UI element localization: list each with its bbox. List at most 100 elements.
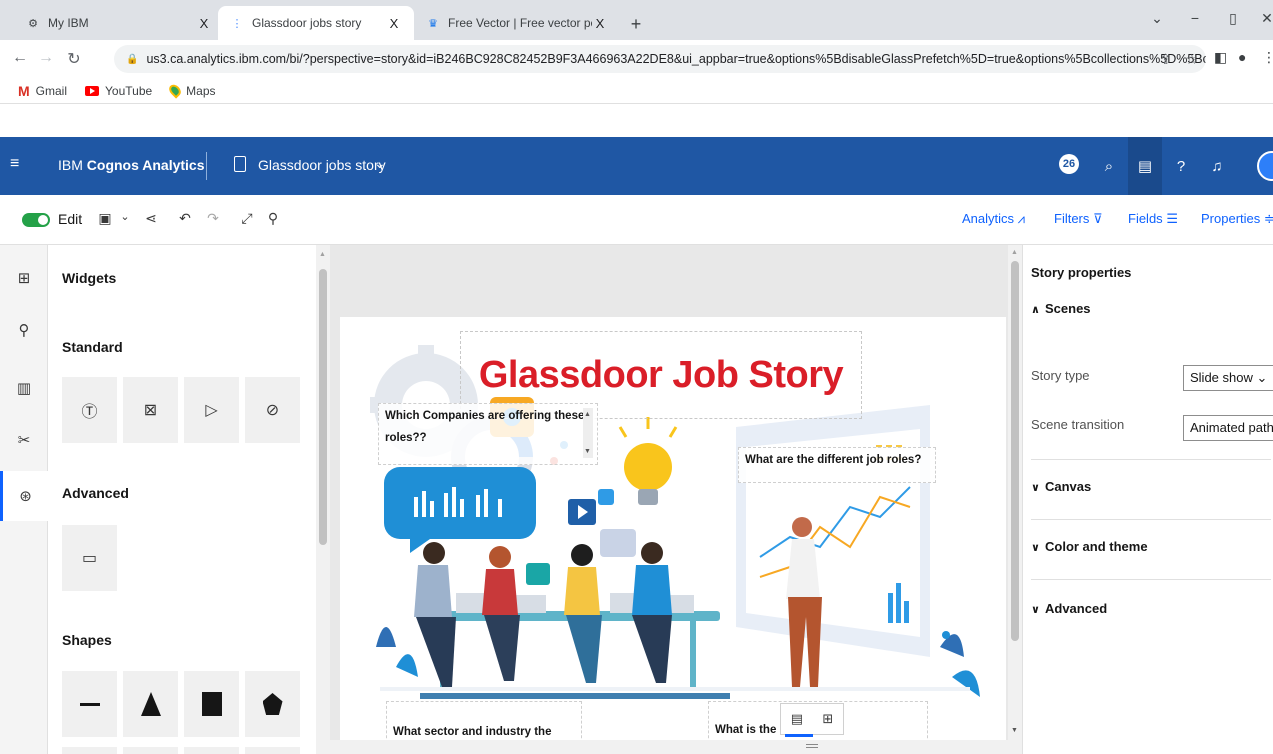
expand-icon[interactable]: ⤢ <box>238 210 256 227</box>
shape-tile-partial[interactable] <box>62 747 117 754</box>
notification-count-badge[interactable]: 26 <box>1059 154 1079 174</box>
advanced-section-header[interactable]: ∨ Advanced <box>1031 601 1107 616</box>
properties-button[interactable]: Properties ≑ <box>1201 211 1273 227</box>
scrollbar-thumb[interactable] <box>319 269 327 545</box>
navigation-tree-icon[interactable]: ⊞ <box>0 253 48 303</box>
canvas-label: Canvas <box>1045 479 1092 494</box>
seated-person-1 <box>414 542 456 687</box>
scroll-down-icon[interactable]: ▼ <box>1011 727 1018 734</box>
story-type-select[interactable]: Slide show ⌄ <box>1183 365 1273 391</box>
tab-search-icon[interactable]: ⌄ <box>1148 10 1166 27</box>
redo-icon[interactable]: ↷ <box>204 210 222 227</box>
window-close-icon[interactable]: ✕ <box>1258 10 1273 27</box>
pin-icon[interactable]: ⚲ <box>0 305 48 355</box>
line-shape-tile[interactable] <box>62 671 117 737</box>
scenes-section-header[interactable]: ∧ Scenes <box>1031 301 1091 316</box>
minimize-icon[interactable]: − <box>1186 10 1204 26</box>
scroll-up-icon[interactable]: ▲ <box>319 251 326 258</box>
url-input[interactable]: 🔒 us3.ca.analytics.ibm.com/bi/?perspecti… <box>114 45 1206 73</box>
chevron-down-icon[interactable]: ⌄ <box>374 155 386 172</box>
edit-mode-toggle[interactable] <box>22 213 50 227</box>
shape-tile-partial[interactable] <box>123 747 178 754</box>
scenes-label: Scenes <box>1045 301 1091 316</box>
bookmark-maps[interactable]: Maps <box>167 82 216 99</box>
story-type-label: Story type <box>1031 368 1090 383</box>
text-scrollbar[interactable] <box>583 408 593 458</box>
timeline-resize-handle[interactable] <box>330 740 1008 754</box>
story-name[interactable]: Glassdoor jobs story <box>258 157 386 173</box>
back-icon[interactable]: ← <box>10 49 30 67</box>
reload-icon[interactable]: ↻ <box>64 49 84 69</box>
gmail-icon: M <box>18 82 30 99</box>
left-icon-rail: ⊞ ⚲ ▥ ✂ ⊛ <box>0 245 48 754</box>
widgets-icon[interactable]: ⊛ <box>0 471 48 521</box>
visualizations-icon[interactable]: ▥ <box>0 363 48 413</box>
color-theme-section-header[interactable]: ∨ Color and theme <box>1031 539 1148 554</box>
scene-transition-label: Scene transition <box>1031 417 1125 432</box>
tab-my-ibm[interactable]: ⚙ My IBM X <box>14 6 224 40</box>
close-icon[interactable]: X <box>592 16 608 31</box>
share-icon[interactable]: ⇪ <box>1160 51 1172 68</box>
scrollbar-thumb[interactable] <box>1011 261 1019 641</box>
shape-tile-partial[interactable] <box>184 747 239 754</box>
maximize-icon[interactable]: ▯ <box>1224 10 1242 27</box>
tab-free-vector[interactable]: ♛ Free Vector | Free vector people a X <box>414 6 620 40</box>
filters-button[interactable]: Filters ⊽ <box>1054 211 1103 227</box>
widgets-title: Widgets <box>62 270 117 286</box>
tab-label: My IBM <box>48 16 89 30</box>
scroll-up-icon[interactable]: ▲ <box>1011 249 1018 256</box>
browser-tab-strip: ⚙ My IBM X ⋮ Glassdoor jobs story X ♛ Fr… <box>0 0 1273 40</box>
close-icon[interactable]: X <box>196 16 212 31</box>
browser-menu-icon[interactable]: ⋮ <box>1262 49 1273 66</box>
new-tab-button[interactable]: + <box>626 14 646 35</box>
chat-icon[interactable]: ▤ <box>1128 137 1162 195</box>
undo-icon[interactable]: ↶ <box>176 210 194 227</box>
shape-tile-partial[interactable] <box>245 747 300 754</box>
grid-icon[interactable]: ⊞ <box>822 711 833 727</box>
profile-icon[interactable]: ● <box>1238 49 1246 65</box>
bookmark-youtube[interactable]: YouTube <box>85 84 152 98</box>
chevron-down-icon: ∨ <box>1031 542 1040 554</box>
webpage-widget-tile[interactable]: ⊘ <box>245 377 300 443</box>
companies-question-line1: Which Companies are offering these <box>385 410 585 422</box>
assets-icon[interactable]: ✂ <box>0 415 48 465</box>
bookmark-gmail[interactable]: M Gmail <box>18 83 67 99</box>
color-theme-label: Color and theme <box>1045 539 1148 554</box>
canvas-scrollbar[interactable]: ▲ ▼ <box>1008 245 1022 754</box>
tab-glassdoor-story[interactable]: ⋮ Glassdoor jobs story X <box>218 6 414 40</box>
forward-icon[interactable]: → <box>36 49 56 67</box>
search-icon[interactable]: ⌕ <box>1092 137 1126 195</box>
companies-question-line2: roles?? <box>385 431 427 444</box>
user-avatar[interactable] <box>1257 151 1273 181</box>
job-roles-question-widget[interactable]: What are the different job roles? <box>738 447 936 483</box>
canvas-section-header[interactable]: ∨ Canvas <box>1031 479 1091 494</box>
widgets-scrollbar[interactable]: ▲ <box>316 245 332 754</box>
fields-button[interactable]: Fields ☰ <box>1128 211 1178 227</box>
pin-icon[interactable]: ⚲ <box>264 210 282 227</box>
side-panel-icon[interactable]: ◧ <box>1214 49 1227 66</box>
help-icon[interactable]: ? <box>1164 137 1198 195</box>
scene-transition-select[interactable]: Animated path ⌄ <box>1183 415 1273 441</box>
text-widget-tile[interactable]: Ⓣ <box>62 377 117 443</box>
folder-widget-tile[interactable]: ▭ <box>62 525 117 591</box>
pentagon-shape-tile[interactable] <box>245 671 300 737</box>
properties-label: Properties <box>1201 211 1261 226</box>
share-icon[interactable]: ⋖ <box>142 210 160 227</box>
companies-question-widget[interactable]: Which Companies are offering these roles… <box>378 403 598 465</box>
link-icon: ⊘ <box>265 402 280 419</box>
analytics-button[interactable]: Analytics ⩘ <box>962 211 1025 227</box>
rectangle-shape-tile[interactable] <box>184 671 239 737</box>
text-properties-icon[interactable]: ▤ <box>791 711 803 727</box>
bookmark-star-icon[interactable]: ☆ <box>1185 51 1198 68</box>
bookmark-label: Gmail <box>35 83 68 98</box>
save-icon[interactable]: ▣ <box>96 210 114 227</box>
media-widget-tile[interactable]: ▷ <box>184 377 239 443</box>
chevron-down-icon[interactable]: ⌄ <box>116 210 134 223</box>
edit-label: Edit <box>58 211 83 227</box>
bell-icon[interactable]: ♫ <box>1200 137 1234 195</box>
hamburger-menu-icon[interactable]: ≡ <box>10 155 19 173</box>
triangle-shape-tile[interactable] <box>123 671 178 737</box>
image-widget-tile[interactable]: ⊠ <box>123 377 178 443</box>
story-slide[interactable]: Glassdoor Job Story Which Companies are … <box>340 317 1006 754</box>
close-icon[interactable]: X <box>386 16 402 31</box>
